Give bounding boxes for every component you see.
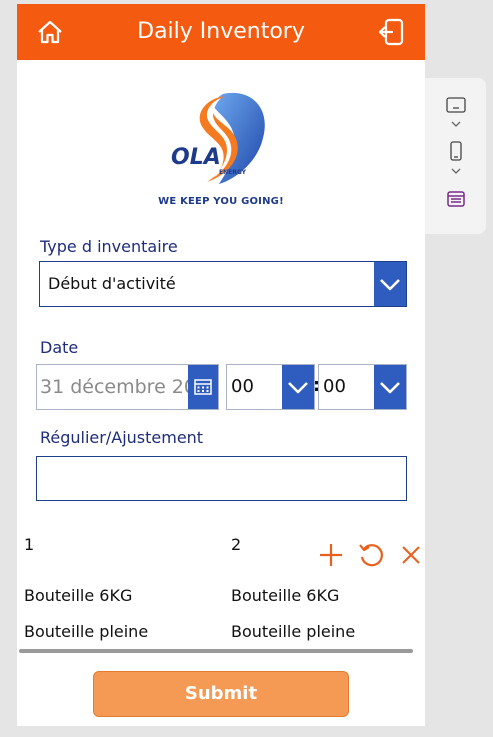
gallery-scrollbar[interactable] (19, 649, 413, 653)
tablet-icon[interactable] (445, 94, 467, 116)
reset-icon[interactable] (357, 541, 385, 569)
type-inventaire-value: Début d'activité (48, 274, 176, 293)
chevron-down-icon[interactable] (445, 164, 467, 178)
close-icon[interactable] (397, 541, 425, 569)
minute-value: 00 (323, 376, 346, 397)
hour-select[interactable]: 00 (226, 364, 315, 410)
chevron-down-icon[interactable] (445, 117, 467, 131)
add-icon[interactable] (317, 541, 345, 569)
calendar-icon[interactable] (188, 365, 218, 409)
regulier-label: Régulier/Ajustement (40, 428, 204, 447)
date-picker[interactable]: 31 décembre 2024 (36, 364, 219, 410)
chevron-down-icon[interactable] (374, 365, 406, 409)
logout-icon[interactable] (377, 17, 405, 47)
type-inventaire-dropdown[interactable]: Début d'activité (39, 261, 407, 307)
page-title: Daily Inventory (137, 19, 305, 44)
ola-energy-logo: OLA ENERGY (171, 92, 265, 184)
gallery-item-product: Bouteille 6KG (24, 586, 133, 605)
gallery-item-index: 1 (24, 535, 35, 554)
type-inventaire-label: Type d inventaire (40, 237, 178, 256)
header-bar: Daily Inventory (17, 4, 425, 60)
brand-tagline: WE KEEP YOU GOING! (158, 196, 284, 207)
form-view-icon[interactable] (445, 188, 467, 210)
gallery-item-state: Bouteille pleine (24, 622, 149, 641)
hour-value: 00 (231, 376, 254, 397)
date-label: Date (40, 338, 79, 357)
app-screen: Daily Inventory OLA ENERGY WE KEEP YOU G… (17, 4, 425, 726)
gallery-item-state: Bouteille pleine (231, 622, 356, 641)
phone-icon[interactable] (445, 140, 467, 162)
gallery-item-index: 2 (231, 535, 242, 554)
svg-text:OLA: OLA (171, 145, 221, 170)
submit-button[interactable]: Submit (93, 671, 349, 717)
gallery-item-product: Bouteille 6KG (231, 586, 340, 605)
device-preview-panel (425, 78, 486, 234)
chevron-down-icon[interactable] (374, 262, 406, 306)
svg-text:ENERGY: ENERGY (219, 169, 247, 176)
regulier-input[interactable] (36, 456, 407, 501)
minute-select[interactable]: 00 (318, 364, 407, 410)
chevron-down-icon[interactable] (282, 365, 314, 409)
